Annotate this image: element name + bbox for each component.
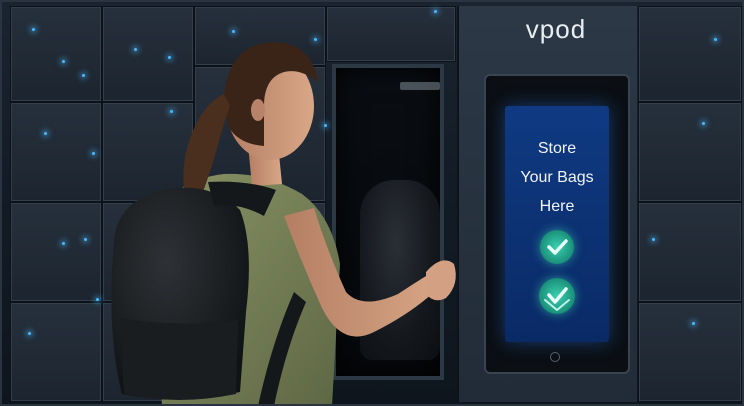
woman-with-backpack — [111, 42, 456, 404]
photo-scene: vpod Store Your Bags Here — [0, 0, 744, 406]
